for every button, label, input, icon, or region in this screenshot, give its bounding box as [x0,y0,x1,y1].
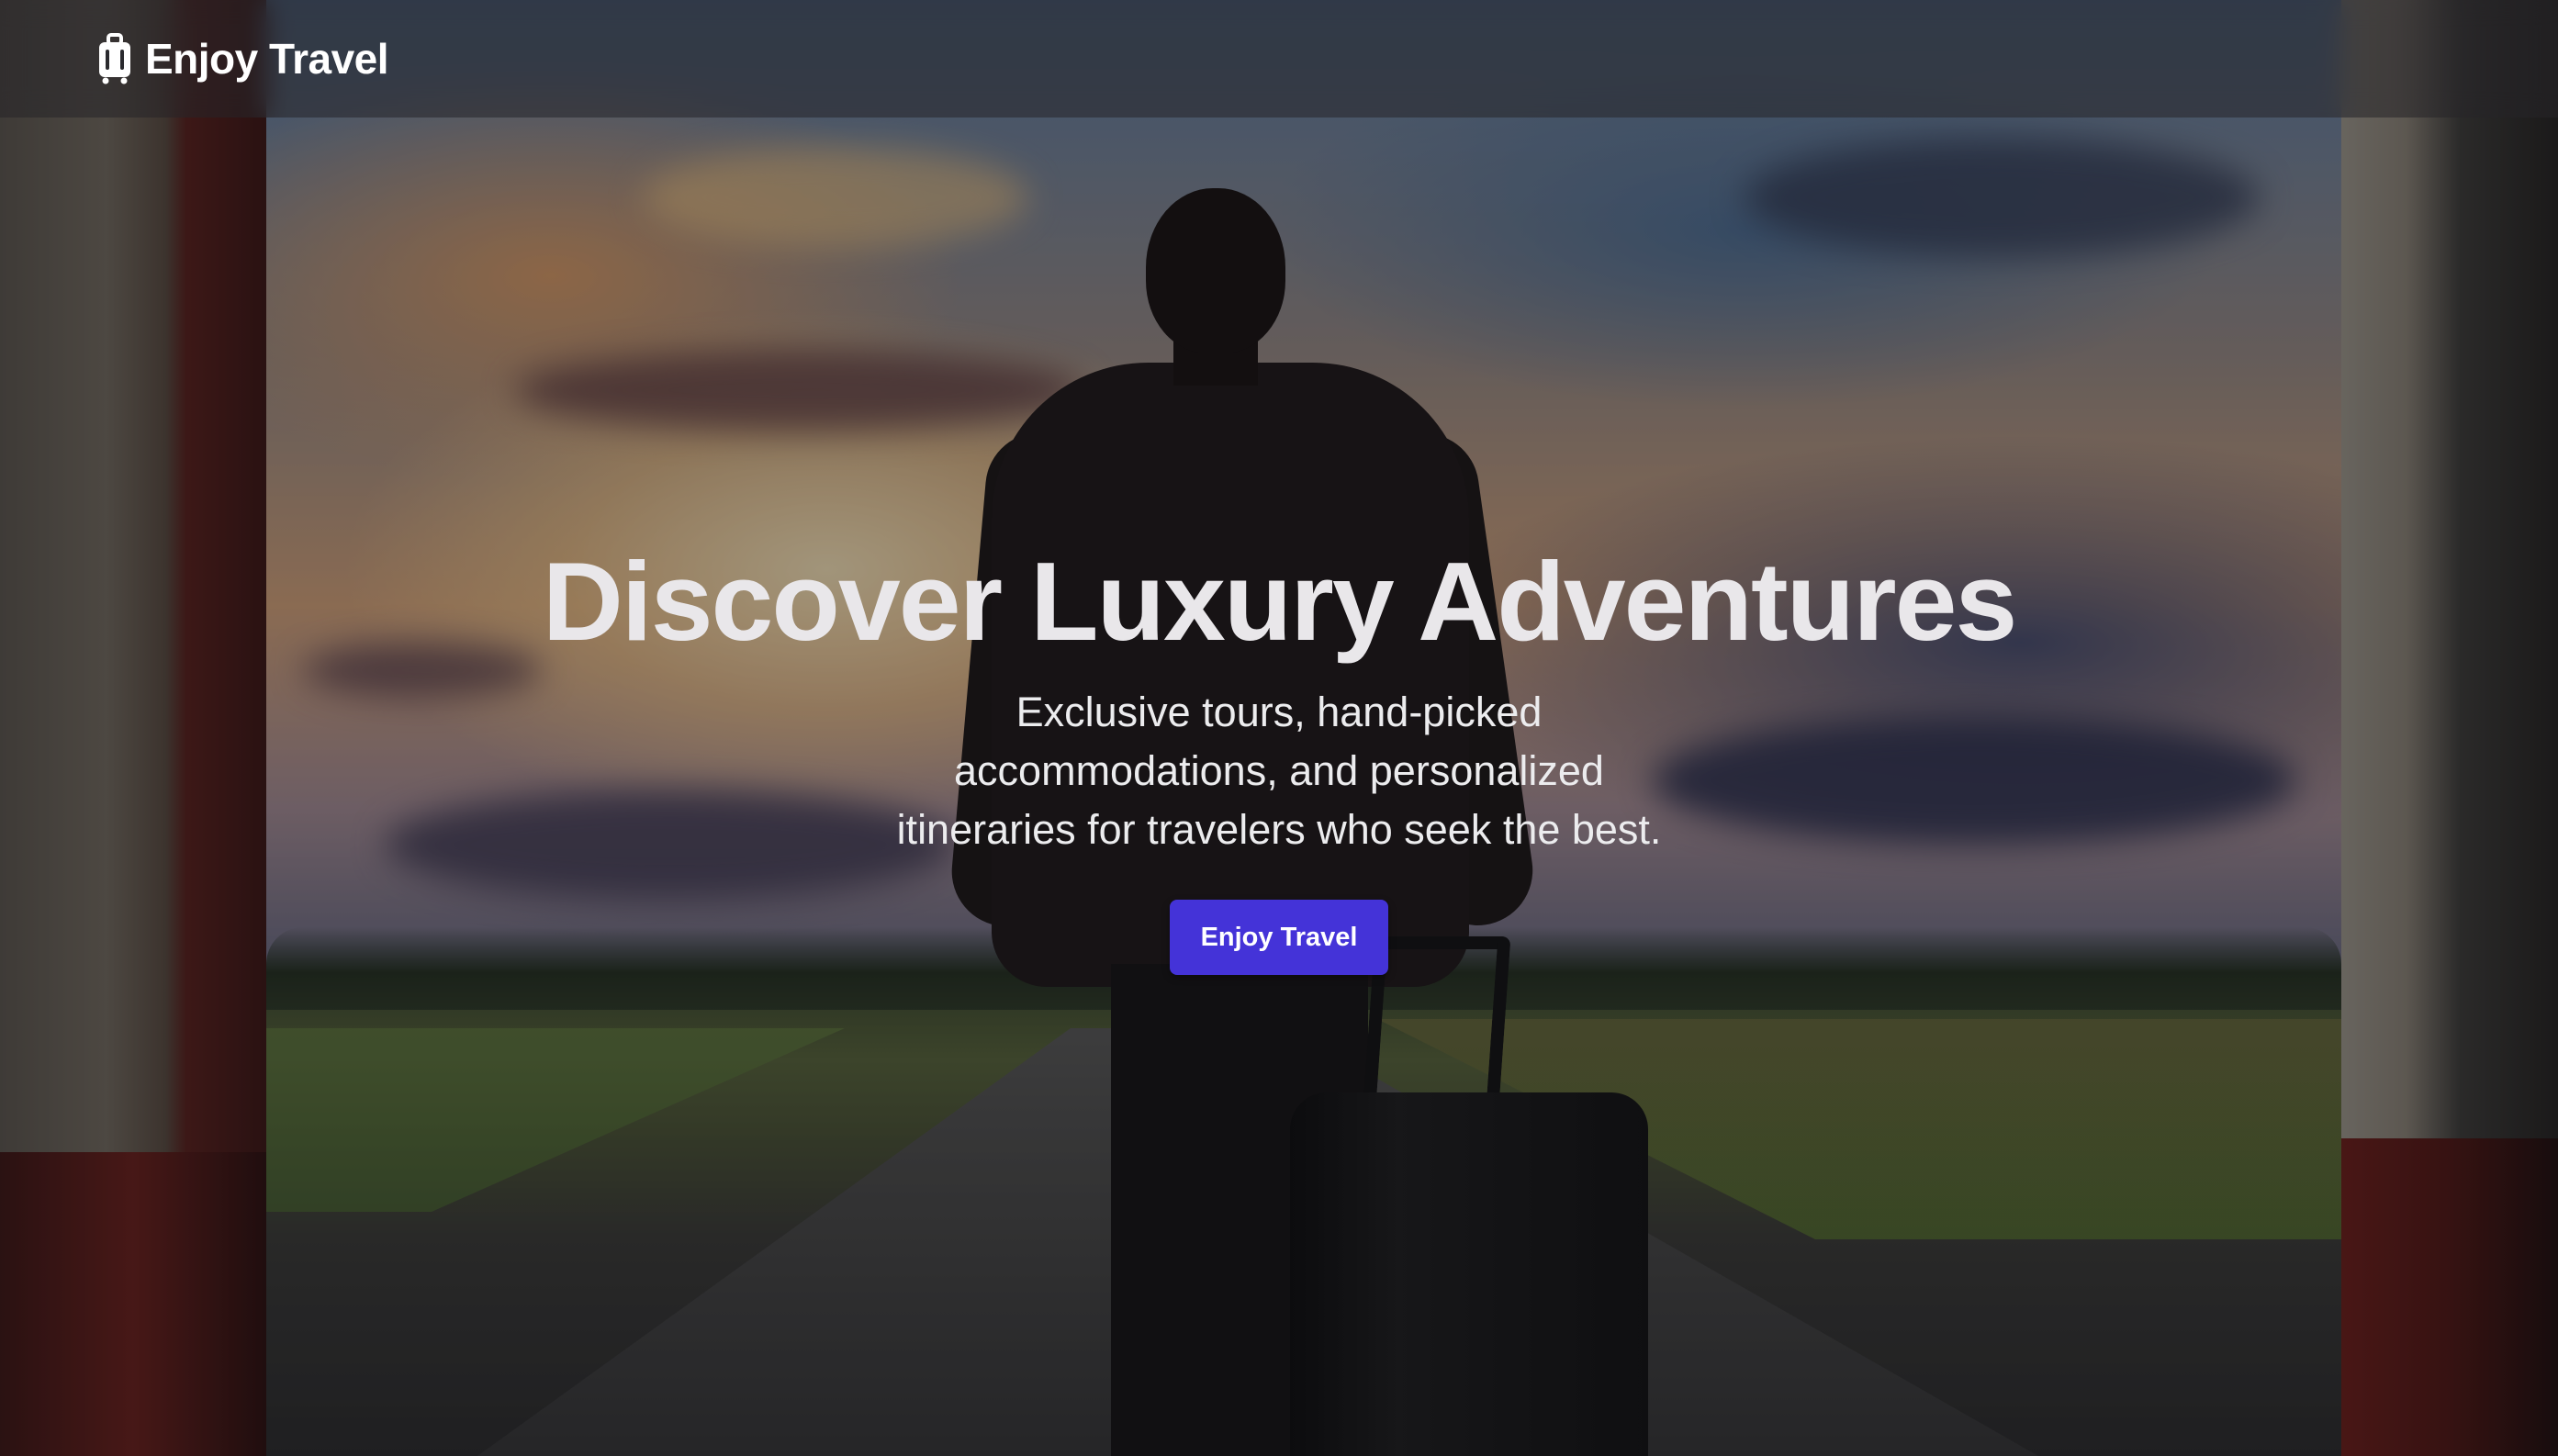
hero-title: Discover Luxury Adventures [542,539,2018,664]
suitcase-icon [99,33,130,84]
brand-label: Enjoy Travel [145,35,389,83]
hero-section: Discover Luxury Adventures Exclusive tou… [0,532,2558,975]
brand-link[interactable]: Enjoy Travel [97,33,389,84]
landing-page: Enjoy Travel Discover Luxury Adventures … [0,0,2558,1456]
site-header: Enjoy Travel [0,0,2558,118]
hero-subtitle: Exclusive tours, hand-picked accommodati… [896,689,1662,853]
cta-button[interactable]: Enjoy Travel [1169,900,1389,975]
